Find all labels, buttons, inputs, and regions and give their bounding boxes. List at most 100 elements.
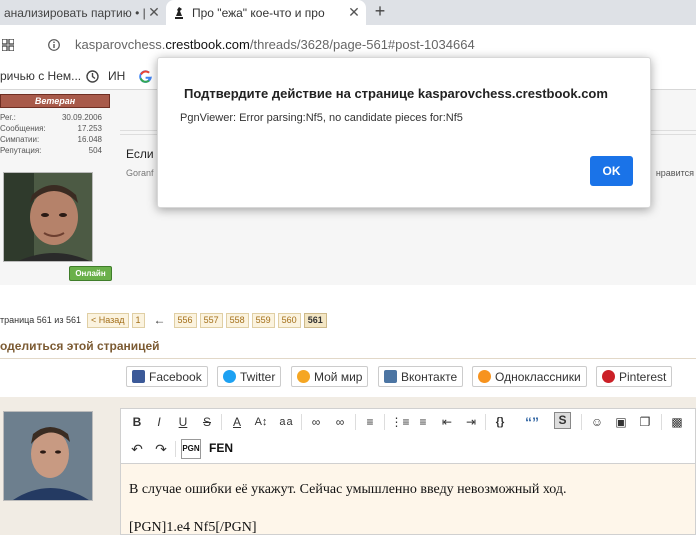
- page-link[interactable]: 557: [199, 312, 223, 328]
- page-link[interactable]: 1: [131, 312, 145, 328]
- pagination: траница 561 из 561 < Назад 1 ← 556 557 5…: [0, 312, 330, 328]
- divider: [355, 414, 356, 430]
- underline-icon[interactable]: U: [173, 412, 193, 432]
- post-author[interactable]: Goranf: [126, 168, 154, 178]
- online-status-badge: Онлайн: [69, 266, 112, 281]
- bookmark-item[interactable]: ричью с Нем...: [0, 69, 81, 83]
- divider: [485, 414, 486, 430]
- bookmark-item[interactable]: ИН: [108, 69, 125, 83]
- google-icon[interactable]: [139, 70, 152, 83]
- share-odnoklassniki-button[interactable]: Одноклассники: [472, 366, 587, 387]
- apps-grid-icon[interactable]: [2, 39, 14, 51]
- url-prefix: kasparovchess.: [75, 37, 166, 52]
- page-link[interactable]: 558: [225, 312, 249, 328]
- divider: [661, 414, 662, 430]
- dialog-title: Подтвердите действие на странице kasparo…: [184, 86, 608, 101]
- undo-icon[interactable]: ↶: [127, 439, 147, 459]
- quote-icon[interactable]: “”: [522, 412, 542, 432]
- stat-label: Рег.:: [0, 113, 16, 122]
- divider: [384, 414, 385, 430]
- confirm-dialog: Подтвердите действие на странице kasparo…: [157, 57, 651, 208]
- stat-label: Сообщения:: [0, 124, 46, 133]
- save-draft-icon[interactable]: ▩: [667, 412, 687, 432]
- indent-icon[interactable]: ⇥: [461, 412, 481, 432]
- unlink-icon[interactable]: ∞: [330, 412, 350, 432]
- close-icon[interactable]: ✕: [146, 4, 162, 21]
- bullet-list-icon[interactable]: ⋮≡: [390, 412, 410, 432]
- spoiler-icon[interactable]: S: [554, 412, 571, 429]
- page-link[interactable]: 556: [173, 312, 197, 328]
- share-section-title: оделиться этой страницей: [0, 339, 160, 353]
- code-icon[interactable]: {}: [490, 412, 510, 432]
- avatar-image: [4, 173, 92, 261]
- stat-row: Рег.: 30.09.2006: [0, 112, 102, 123]
- font-size-icon[interactable]: A↕: [251, 412, 271, 432]
- url-domain: crestbook.com: [165, 37, 250, 52]
- stat-value: 17.253: [77, 124, 102, 133]
- stat-row: Сообщения: 17.253: [0, 123, 102, 134]
- share-facebook-button[interactable]: Facebook: [126, 366, 208, 387]
- share-twitter-button[interactable]: Twitter: [217, 366, 282, 387]
- current-page: 561: [303, 312, 327, 328]
- user-rank-badge: Ветеран: [0, 94, 110, 108]
- odnoklassniki-icon: [478, 370, 491, 383]
- site-info-icon[interactable]: [48, 39, 60, 51]
- post-text: Если: [126, 147, 154, 161]
- user-stats: Рег.: 30.09.2006 Сообщения: 17.253 Симпати…: [0, 112, 102, 156]
- align-left-icon[interactable]: ≡: [360, 412, 380, 432]
- share-label: Facebook: [149, 369, 202, 384]
- share-vkontakte-button[interactable]: Вконтакте: [378, 366, 464, 387]
- stat-value: 30.09.2006: [61, 113, 102, 122]
- at-sign-icon: [297, 370, 310, 383]
- avatar[interactable]: [3, 411, 93, 501]
- clock-icon: [86, 70, 99, 83]
- tab-title: Про "ежа" кое-что и про: [192, 5, 325, 20]
- text-color-icon[interactable]: A: [227, 412, 247, 432]
- numbered-list-icon[interactable]: ≡: [413, 412, 433, 432]
- message-editor[interactable]: В случае ошибки её укажут. Сейчас умышле…: [120, 464, 696, 535]
- redo-icon[interactable]: ↷: [151, 439, 171, 459]
- stat-value: 504: [88, 146, 102, 155]
- new-tab-button[interactable]: +: [370, 0, 390, 25]
- media-icon[interactable]: ❐: [635, 412, 655, 432]
- stat-row: Симпатии: 16.048: [0, 134, 102, 145]
- share-moimir-button[interactable]: Мой мир: [291, 366, 369, 387]
- prev-page-button[interactable]: < Назад: [86, 312, 129, 328]
- url-field[interactable]: kasparovchess.crestbook.com/threads/3628…: [75, 37, 475, 52]
- stat-label: Репутация:: [0, 146, 42, 155]
- avatar[interactable]: [3, 172, 93, 262]
- post-likes: нравится: [655, 168, 694, 178]
- image-icon[interactable]: ▣: [611, 412, 631, 432]
- twitter-icon: [223, 370, 236, 383]
- page-link[interactable]: 559: [251, 312, 275, 328]
- divider: [581, 414, 582, 430]
- smiley-icon[interactable]: ☺: [587, 412, 607, 432]
- font-family-icon[interactable]: a a: [276, 412, 296, 432]
- share-label: Мой мир: [314, 369, 363, 384]
- link-icon[interactable]: ∞: [306, 412, 326, 432]
- chess-piece-icon: [175, 6, 183, 19]
- outdent-icon[interactable]: ⇤: [437, 412, 457, 432]
- page-link[interactable]: 560: [277, 312, 301, 328]
- stat-row: Репутация: 504: [0, 145, 102, 156]
- bold-icon[interactable]: B: [127, 412, 147, 432]
- share-label: Twitter: [240, 369, 276, 384]
- share-pinterest-button[interactable]: Pinterest: [596, 366, 673, 387]
- pgn-button[interactable]: PGN: [181, 439, 201, 459]
- italic-icon[interactable]: I: [149, 412, 169, 432]
- close-icon[interactable]: ✕: [346, 4, 362, 21]
- stat-label: Симпатии:: [0, 135, 40, 144]
- pagination-label: траница 561 из 561: [0, 315, 81, 325]
- tab-thread[interactable]: Про "ежа" кое-что и про ✕: [166, 0, 366, 25]
- ok-button[interactable]: OK: [590, 156, 633, 186]
- vk-icon: [384, 370, 397, 383]
- strikethrough-icon[interactable]: S: [197, 412, 217, 432]
- stat-value: 16.048: [77, 135, 102, 144]
- divider: [175, 441, 176, 457]
- dialog-message: PgnViewer: Error parsing:Nf5, no candida…: [180, 112, 463, 124]
- tab-analyze[interactable]: анализировать партию • | ✕: [0, 0, 166, 25]
- skip-arrow-icon: ←: [153, 313, 166, 327]
- tab-bar: анализировать партию • | ✕ Про "ежа" кое…: [0, 0, 696, 25]
- editor-text-line: [PGN]1.e4 Nf5[/PGN]: [129, 520, 257, 535]
- fen-button[interactable]: FEN: [207, 439, 235, 459]
